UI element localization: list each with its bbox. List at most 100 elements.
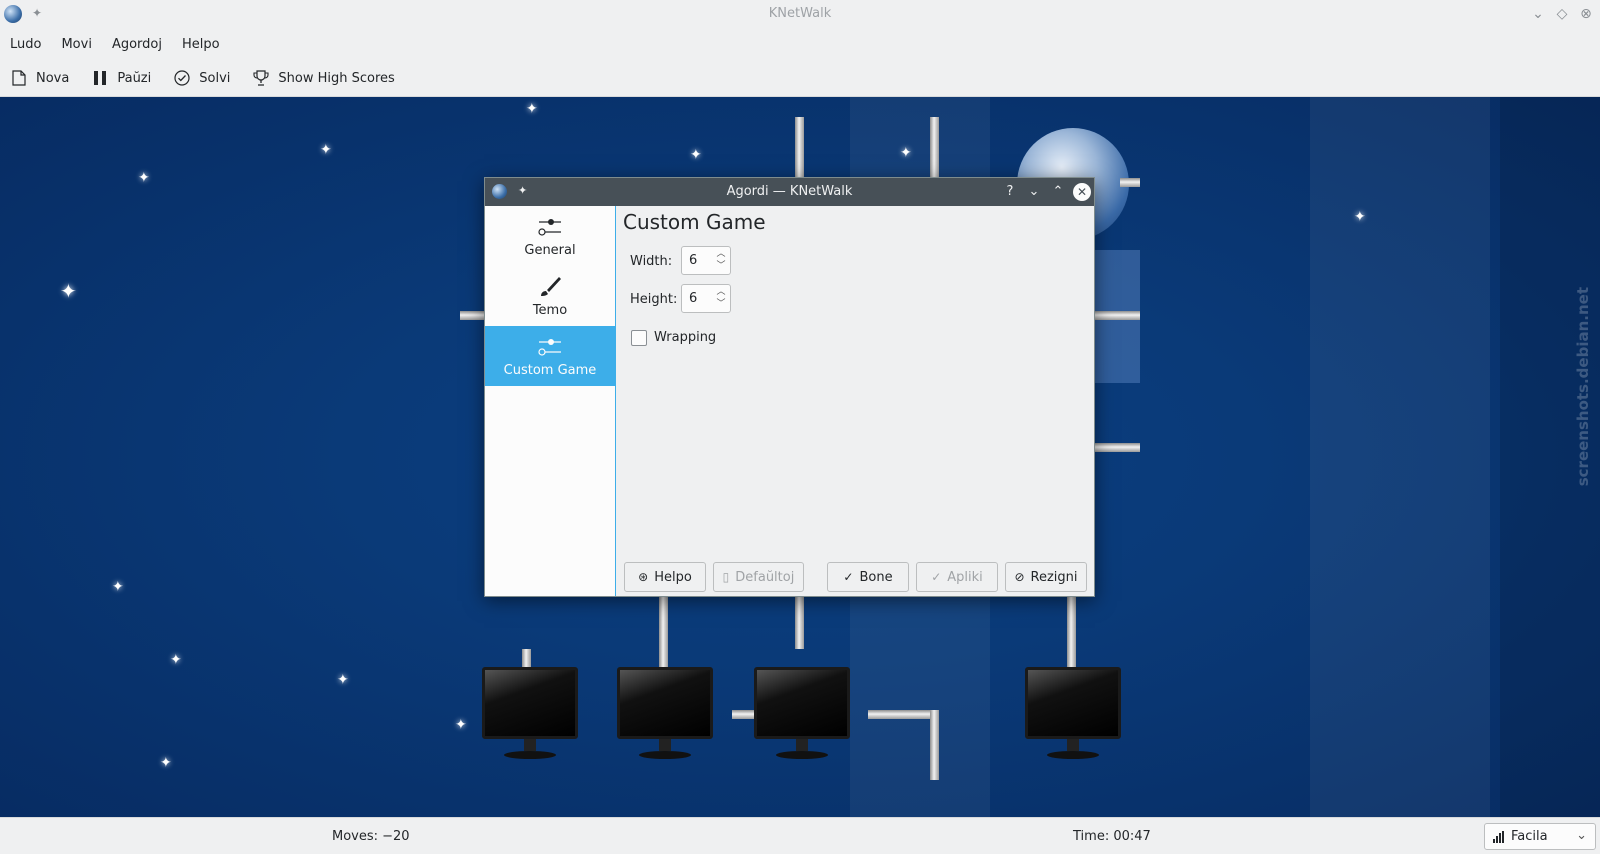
sidebar-item-general[interactable]: General	[485, 206, 615, 266]
network-cable	[1067, 597, 1076, 667]
cancel-button-label: Rezigni	[1030, 569, 1078, 585]
minimize-icon[interactable]: ⌄	[1024, 182, 1044, 202]
menu-agordoj[interactable]: Agordoj	[102, 37, 172, 52]
new-game-button[interactable]: Nova	[10, 69, 69, 87]
height-spinbox[interactable]: 6 ︿ ﹀	[681, 284, 731, 313]
solve-button[interactable]: Solvi	[173, 69, 230, 87]
menu-movi[interactable]: Movi	[51, 37, 101, 52]
monitor-screen	[754, 667, 850, 739]
monitor-base	[639, 751, 691, 759]
document-revert-icon: ▯	[722, 570, 730, 584]
solve-label: Solvi	[199, 70, 231, 86]
spin-arrows-icon[interactable]: ︿ ﹀	[714, 286, 728, 310]
pause-icon	[91, 69, 109, 87]
star-decoration: ✦	[690, 147, 702, 163]
sidebar-item-theme[interactable]: Temo	[485, 266, 615, 326]
main-toolbar: Nova Paŭzi Solvi Show High Scores	[0, 60, 1600, 97]
sidebar-item-custom-game[interactable]: Custom Game	[485, 326, 615, 386]
defaults-button[interactable]: ▯ Defaŭltoj	[713, 562, 804, 592]
menu-ludo[interactable]: Ludo	[0, 37, 51, 52]
close-icon[interactable]: ✕	[1073, 183, 1091, 201]
settings-page: Custom Game Width: 6 ︿ ﹀ Height: 6 ︿ ﹀ Wra…	[617, 206, 1094, 596]
client-computer[interactable]	[754, 667, 850, 763]
width-label: Width:	[630, 254, 673, 269]
difficulty-bars-icon	[1493, 830, 1505, 843]
client-computer[interactable]	[1025, 667, 1121, 763]
high-scores-label: Show High Scores	[278, 70, 395, 86]
client-computer[interactable]	[482, 667, 578, 763]
menu-bar: Ludo Movi Agordoj Helpo	[0, 28, 1600, 60]
new-game-label: Nova	[36, 70, 70, 86]
network-cable	[795, 597, 804, 649]
help-button[interactable]: ⊛ Helpo	[624, 562, 706, 592]
star-decoration: ✦	[60, 279, 77, 303]
star-decoration: ✦	[320, 142, 332, 158]
width-value: 6	[689, 253, 698, 268]
height-label: Height:	[630, 292, 678, 307]
moves-counter: Moves: −20	[332, 829, 410, 844]
monitor-screen	[482, 667, 578, 739]
difficulty-value: Facila	[1511, 829, 1548, 844]
dialog-titlebar[interactable]: ✦ Agordi — KNetWalk ? ⌄ ⌃ ✕	[485, 178, 1094, 206]
settings-sidebar: General Temo Custom Game	[485, 206, 616, 596]
monitor-neck	[1067, 739, 1079, 751]
sliders-icon	[537, 335, 563, 359]
trophy-icon	[252, 69, 270, 87]
network-cable	[522, 649, 531, 669]
pause-button[interactable]: Paŭzi	[91, 69, 151, 87]
star-decoration: ✦	[900, 145, 912, 161]
star-decoration: ✦	[1354, 209, 1366, 225]
maximize-icon[interactable]: ◇	[1552, 4, 1572, 24]
help-button-label: Helpo	[654, 569, 692, 585]
network-cable	[732, 710, 754, 719]
wrapping-checkbox[interactable]	[631, 330, 647, 346]
network-cable	[460, 311, 484, 320]
close-icon[interactable]: ⊗	[1576, 4, 1596, 24]
sidebar-item-label: General	[524, 242, 576, 258]
show-high-scores-button[interactable]: Show High Scores	[252, 69, 395, 87]
network-cable	[1120, 178, 1140, 187]
star-decoration: ✦	[112, 579, 124, 595]
sidebar-item-label: Temo	[532, 302, 568, 318]
chevron-down-icon: ⌄	[1576, 828, 1587, 843]
maximize-icon[interactable]: ⌃	[1048, 182, 1068, 202]
network-cable	[1095, 443, 1140, 452]
window-titlebar: ✦ KNetWalk ⌄ ◇ ⊗	[0, 0, 1600, 28]
monitor-neck	[524, 739, 536, 751]
ok-button-label: Bone	[859, 569, 893, 585]
defaults-button-label: Defaŭltoj	[735, 569, 795, 585]
ok-button[interactable]: ✓ Bone	[827, 562, 909, 592]
difficulty-select[interactable]: Facila ⌄	[1484, 823, 1596, 850]
monitor-base	[776, 751, 828, 759]
star-decoration: ✦	[160, 755, 172, 771]
width-spinbox[interactable]: 6 ︿ ﹀	[681, 246, 731, 275]
star-decoration: ✦	[170, 652, 182, 668]
height-value: 6	[689, 291, 698, 306]
wrapping-label[interactable]: Wrapping	[654, 330, 716, 345]
apply-button-label: Apliki	[947, 569, 983, 585]
window-title: KNetWalk	[768, 6, 832, 21]
sliders-icon	[537, 215, 563, 239]
help-question-icon[interactable]: ?	[1000, 182, 1020, 202]
monitor-screen	[617, 667, 713, 739]
cancel-circle-icon: ⊘	[1014, 570, 1025, 584]
star-decoration: ✦	[138, 170, 150, 186]
star-decoration: ✦	[526, 101, 538, 117]
spin-arrows-icon[interactable]: ︿ ﹀	[714, 248, 728, 272]
star-decoration: ✦	[455, 717, 467, 733]
minimize-icon[interactable]: ⌄	[1528, 4, 1548, 24]
menu-helpo[interactable]: Helpo	[172, 37, 230, 52]
page-title: Custom Game	[623, 210, 766, 234]
monitor-neck	[796, 739, 808, 751]
monitor-base	[1047, 751, 1099, 759]
watermark: screenshots.debian.net	[1574, 287, 1592, 487]
checkmark-icon: ✓	[931, 570, 942, 584]
settings-dialog: ✦ Agordi — KNetWalk ? ⌄ ⌃ ✕ General Temo…	[484, 177, 1095, 597]
cancel-button[interactable]: ⊘ Rezigni	[1005, 562, 1087, 592]
network-cable	[659, 597, 668, 667]
client-computer[interactable]	[617, 667, 713, 763]
apply-button[interactable]: ✓ Apliki	[916, 562, 998, 592]
new-document-icon	[10, 69, 28, 87]
network-cable	[868, 710, 938, 719]
pause-label: Paŭzi	[117, 70, 152, 86]
